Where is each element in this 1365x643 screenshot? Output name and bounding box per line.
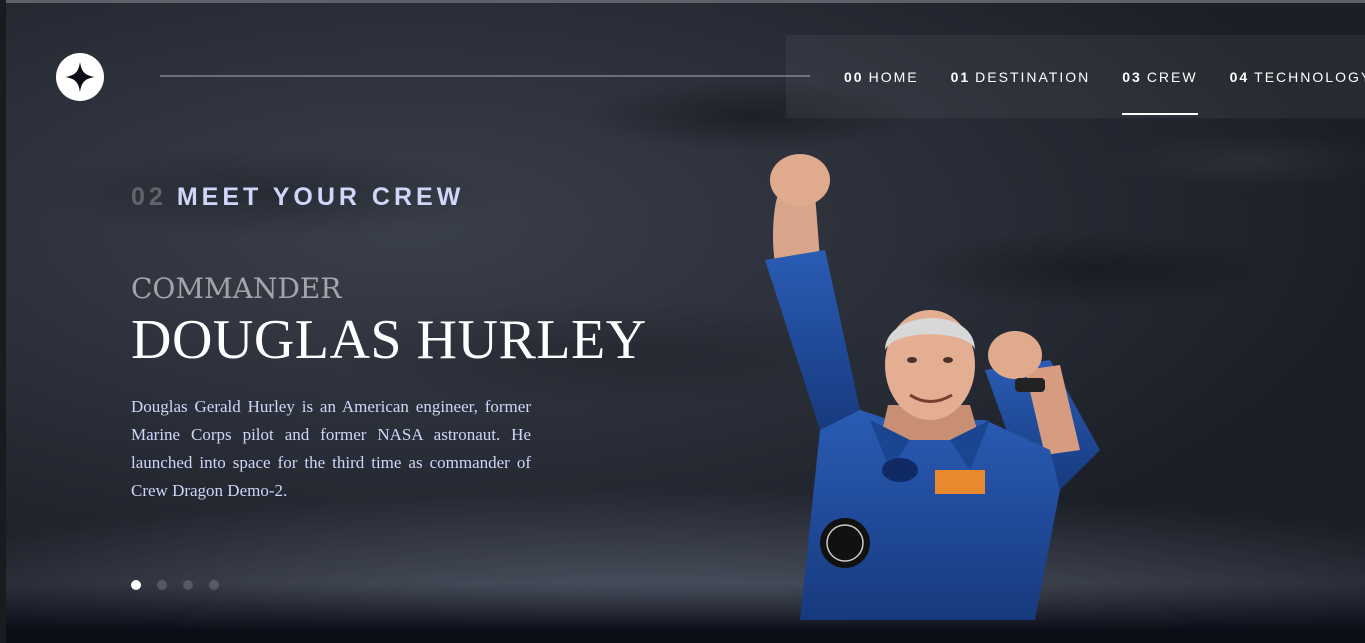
window-top-edge [0, 0, 1365, 3]
main-navigation: 00 HOME 01 DESTINATION 03 CREW 04 TECHNO… [786, 35, 1365, 118]
nav-item-number: 00 [844, 68, 864, 85]
crew-member-image [765, 154, 1100, 620]
nav-item-label: DESTINATION [975, 68, 1091, 85]
crew-role: Commander [131, 272, 342, 305]
nav-item-home[interactable]: 00 HOME [844, 35, 919, 118]
page-heading-text: MEET YOUR CREW [176, 183, 465, 211]
nav-item-number: 04 [1229, 68, 1250, 85]
nav-item-number: 01 [950, 68, 971, 85]
window-left-edge [0, 0, 6, 643]
crew-bio: Douglas Gerald Hurley is an American eng… [131, 397, 531, 500]
horizon-glow [0, 583, 1365, 643]
nav-item-label: HOME [868, 68, 919, 85]
nav-item-crew[interactable]: 03 CREW [1122, 35, 1198, 118]
nav-divider-line [160, 75, 810, 77]
nav-item-number: 03 [1122, 68, 1142, 85]
nav-item-technology[interactable]: 04 TECHNOLOGY [1230, 35, 1365, 118]
nav-item-label: CREW [1146, 68, 1198, 85]
page-number: 02 [131, 183, 167, 211]
slider-dot-2[interactable] [157, 580, 167, 590]
logo-star-icon[interactable] [56, 53, 104, 101]
crew-slider-dots [131, 580, 219, 590]
slider-dot-3[interactable] [183, 580, 193, 590]
page-heading: 02 MEET YOUR CREW [131, 183, 464, 212]
nav-item-destination[interactable]: 01 DESTINATION [951, 35, 1091, 118]
slider-dot-4[interactable] [209, 580, 219, 590]
nav-item-label: TECHNOLOGY [1254, 68, 1365, 85]
crew-name: Douglas Hurley [131, 309, 647, 371]
star-icon [65, 62, 95, 92]
slider-dot-1[interactable] [131, 580, 141, 590]
